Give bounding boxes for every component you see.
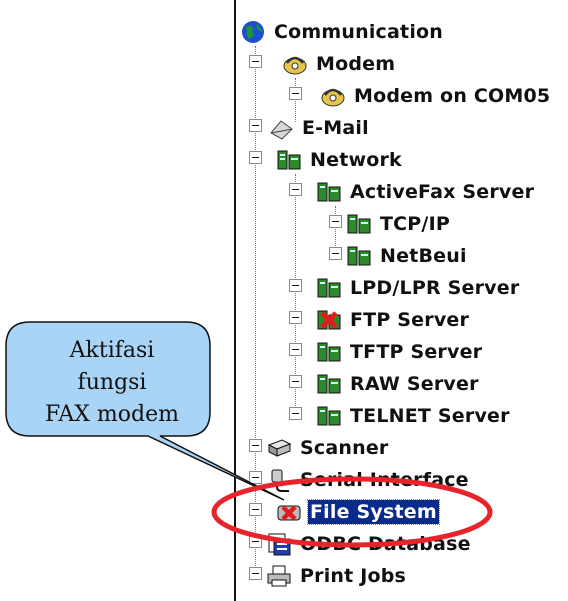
- callout-line-3: FAX modem: [45, 402, 179, 427]
- callout-line-1: Aktifasi: [69, 338, 155, 363]
- callout-text: Aktifasi fungsi FAX modem: [12, 335, 212, 431]
- callout-line-2: fungsi: [77, 370, 147, 395]
- annotation-overlay: [5, 321, 493, 548]
- highlight-ring: [211, 476, 493, 548]
